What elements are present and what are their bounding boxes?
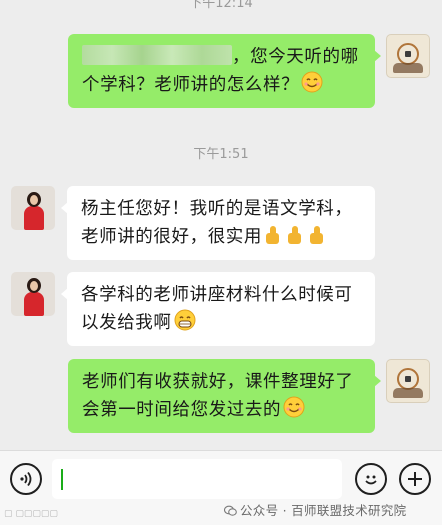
grin-emoji-icon	[174, 309, 195, 331]
more-button[interactable]	[399, 463, 431, 495]
watermark-logo: ▢ ▢▢▢▢▢	[4, 509, 58, 519]
chat-area[interactable]: 下午12:14 ，您今天听的哪个学科？老师讲的怎么样？ 下午1:51 杨主任您好…	[0, 0, 442, 450]
smile-emoji-icon	[301, 71, 323, 93]
wechat-logo-icon	[223, 505, 237, 516]
message-text: 老师们有收获就好，课件整理好了会第一时间给您发过去的	[82, 372, 354, 420]
plus-icon	[408, 472, 422, 486]
avatar-face	[30, 195, 38, 205]
avatar-dress	[24, 206, 44, 230]
message-bubble-incoming[interactable]: 各学科的老师讲座材料什么时候可以发给我啊	[61, 272, 375, 346]
thumbs-up-icon	[264, 225, 284, 245]
smile-emoji-icon	[283, 396, 305, 418]
voice-button[interactable]	[10, 463, 42, 495]
message-bubble-incoming[interactable]: 杨主任您好！我听的是语文学科，老师讲的很好，很实用	[61, 186, 375, 260]
message-text: 各学科的老师讲座材料什么时候可以发给我啊	[81, 285, 353, 333]
seal-icon	[397, 43, 419, 65]
avatar-face	[30, 281, 38, 291]
self-avatar[interactable]	[386, 359, 430, 403]
avatar-dress	[24, 292, 44, 316]
avatar-figure	[393, 388, 423, 398]
timestamp-top: 下午12:14	[189, 0, 253, 11]
emoji-button[interactable]	[355, 463, 387, 495]
official-account-footer: 公众号 · 百师联盟技术研究院	[223, 500, 407, 519]
thumbs-up-icon	[308, 225, 328, 245]
avatar-figure	[393, 63, 423, 73]
timestamp-middle: 下午1:51	[193, 147, 249, 162]
emoji-icon	[365, 475, 377, 485]
text-caret	[61, 469, 63, 490]
redacted-name	[82, 45, 232, 65]
message-input[interactable]	[52, 459, 342, 499]
input-toolbar: 公众号 · 百师联盟技术研究院 ▢ ▢▢▢▢▢	[0, 450, 442, 525]
thumbs-up-icon	[286, 225, 306, 245]
contact-avatar[interactable]	[11, 272, 55, 316]
message-bubble-outgoing[interactable]: 老师们有收获就好，课件整理好了会第一时间给您发过去的	[68, 359, 381, 433]
footer-text: 公众号 · 百师联盟技术研究院	[240, 503, 407, 518]
seal-icon	[397, 368, 419, 390]
contact-avatar[interactable]	[11, 186, 55, 230]
self-avatar[interactable]	[386, 34, 430, 78]
message-bubble-outgoing[interactable]: ，您今天听的哪个学科？老师讲的怎么样？	[68, 34, 381, 108]
voice-icon	[20, 471, 32, 487]
